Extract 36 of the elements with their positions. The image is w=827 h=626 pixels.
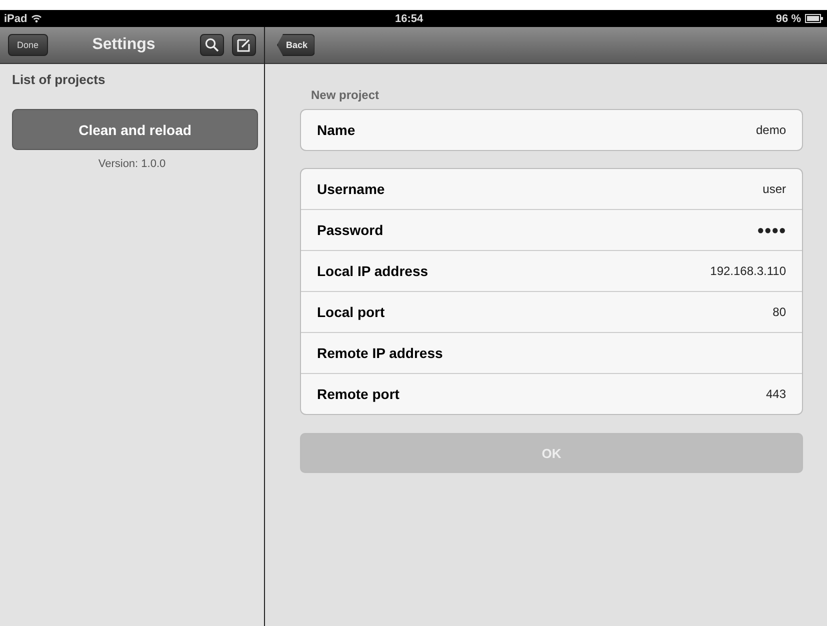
row-value: 192.168.3.110 xyxy=(710,264,786,278)
settings-row[interactable]: Remote IP address xyxy=(301,332,802,373)
search-button[interactable] xyxy=(200,34,224,56)
row-label: Local IP address xyxy=(317,263,428,279)
settings-row[interactable]: Local port 80 xyxy=(301,291,802,332)
row-label: Name xyxy=(317,122,356,138)
row-label: Username xyxy=(317,181,385,197)
row-label: Local port xyxy=(317,304,385,320)
clean-reload-button[interactable]: Clean and reload xyxy=(12,109,258,150)
settings-row[interactable]: Remote port 443 xyxy=(301,373,802,414)
row-value: user xyxy=(762,182,786,196)
settings-row[interactable]: Local IP address 192.168.3.110 xyxy=(301,250,802,291)
row-label: Password xyxy=(317,222,384,238)
section-title: List of projects xyxy=(11,71,106,87)
battery-icon xyxy=(804,14,823,23)
row-label: Remote IP address xyxy=(317,345,443,361)
row-value: ●●●● xyxy=(757,223,786,237)
version-text: Version: 1.0.0 xyxy=(97,158,167,170)
wifi-icon xyxy=(31,14,42,23)
search-icon xyxy=(205,38,219,52)
section-title: New project xyxy=(310,87,380,102)
status-time: 16:54 xyxy=(395,12,424,24)
done-button[interactable]: Done xyxy=(8,34,48,56)
back-button[interactable]: Back xyxy=(277,34,315,56)
settings-row[interactable]: Username user xyxy=(301,169,802,209)
settings-row[interactable]: Password ●●●● xyxy=(301,209,802,250)
battery-percent: 96 % xyxy=(776,12,801,24)
nav-title: Settings xyxy=(91,36,156,54)
row-value: 443 xyxy=(766,387,786,401)
compose-button[interactable] xyxy=(232,34,256,56)
compose-icon xyxy=(237,38,251,52)
settings-row[interactable]: Name demo xyxy=(301,110,802,150)
row-value: 80 xyxy=(772,305,786,319)
row-value: demo xyxy=(756,123,786,137)
device-name: iPad xyxy=(4,12,28,24)
row-label: Remote port xyxy=(317,386,400,402)
